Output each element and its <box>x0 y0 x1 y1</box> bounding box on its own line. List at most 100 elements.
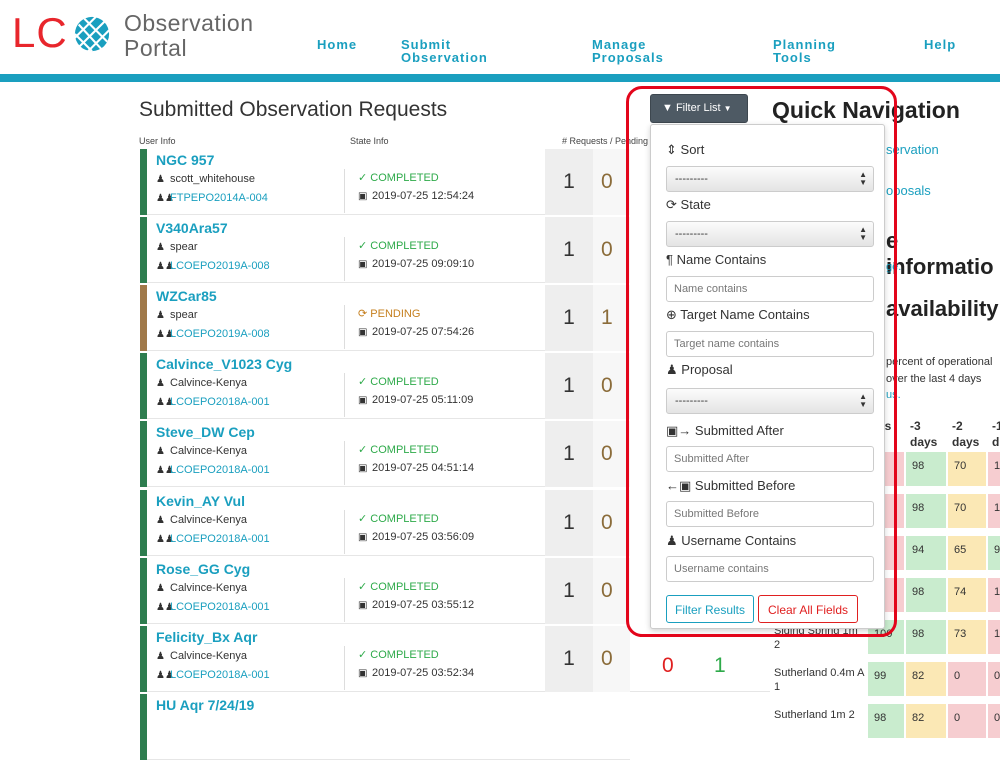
request-name-link[interactable]: WZCar85 <box>156 288 217 304</box>
nav-planning-tools[interactable]: Planning Tools <box>773 38 836 64</box>
check-icon: ✓ <box>358 376 368 388</box>
request-date: ▣ 2019-07-25 12:54:24 <box>358 190 475 202</box>
pending-count-cell: 0 <box>593 353 630 419</box>
status-color-bar <box>140 626 147 692</box>
request-count: 1 <box>563 374 575 397</box>
availability-cell: 95 <box>988 536 1000 570</box>
availability-cell: 0 <box>948 704 986 738</box>
column-header-state-info: State Info <box>350 136 389 146</box>
users-icon: ♟♟ <box>156 670 174 681</box>
availability-text-2: over the last 4 days <box>886 373 982 385</box>
telescope-label: Sutherland 1m 2 <box>774 709 855 721</box>
request-name-link[interactable]: Steve_DW Cep <box>156 424 255 440</box>
proposal-link[interactable]: ♟♟LCOEPO2018A-001 <box>156 464 270 476</box>
status-color-bar <box>140 353 147 419</box>
users-icon: ♟♟ <box>156 193 174 204</box>
request-user: ♟ Calvince-Kenya <box>156 582 248 594</box>
globe-logo-icon[interactable] <box>73 14 111 54</box>
site-header: LC Observation Portal Home Submit Observa… <box>0 0 1000 74</box>
request-count-cell: 1 <box>545 217 593 283</box>
check-icon: ✓ <box>358 649 368 661</box>
availability-cell: 10 <box>988 578 1000 612</box>
request-date: ▣ 2019-07-25 05:11:09 <box>358 394 474 406</box>
pending-count: 1 <box>601 306 613 329</box>
availability-cell: 98 <box>906 578 946 612</box>
request-row[interactable]: NGC 957 ♟ scott_whitehouse ♟♟FTPEPO2014A-00… <box>140 149 630 215</box>
request-row[interactable]: Steve_DW Cep ♟ Calvince-Kenya ♟♟LCOEPO2018A… <box>140 421 630 487</box>
availability-cell: 73 <box>948 620 986 654</box>
request-date: ▣ 2019-07-25 03:52:34 <box>358 667 475 679</box>
highlight-annotation-box <box>626 86 897 637</box>
request-name-link[interactable]: Kevin_AY Vul <box>156 493 245 509</box>
availability-cell: 82 <box>906 704 946 738</box>
proposal-link[interactable]: ♟♟LCOEPO2019A-008 <box>156 328 270 340</box>
state-badge: ✓ COMPLETED <box>358 649 439 661</box>
proposal-link[interactable]: ♟♟LCOEPO2018A-001 <box>156 601 270 613</box>
column-divider <box>344 373 345 417</box>
request-name-link[interactable]: V340Ara57 <box>156 220 228 236</box>
page-title: Submitted Observation Requests <box>139 98 448 121</box>
request-row[interactable]: V340Ara57 ♟ spear ♟♟LCOEPO2019A-008 ✓ COMPLE… <box>140 217 630 283</box>
request-count-cell: 1 <box>545 149 593 215</box>
proposal-link[interactable]: ♟♟LCOEPO2018A-001 <box>156 533 270 545</box>
proposal-link[interactable]: ♟♟LCOEPO2019A-008 <box>156 260 270 272</box>
request-row[interactable]: HU Aqr 7/24/19 <box>140 694 630 760</box>
request-date: ▣ 2019-07-25 04:51:14 <box>358 462 475 474</box>
request-row[interactable]: Kevin_AY Vul ♟ Calvince-Kenya ♟♟LCOEPO2018A… <box>140 490 630 556</box>
state-badge: ✓ COMPLETED <box>358 444 439 456</box>
request-count: 1 <box>563 579 575 602</box>
availability-col-minus1-header: -1 d <box>992 419 1000 449</box>
proposal-link[interactable]: ♟♟LCOEPO2018A-001 <box>156 396 270 408</box>
pending-count: 0 <box>601 170 613 193</box>
availability-cell: 82 <box>906 662 946 696</box>
pending-count-cell: 0 <box>593 490 630 556</box>
calendar-icon: ▣ <box>358 327 368 338</box>
status-color-bar <box>140 217 147 283</box>
column-divider <box>344 646 345 690</box>
lco-logo-text[interactable]: LC <box>12 12 68 54</box>
proposal-link[interactable]: ♟♟LCOEPO2018A-001 <box>156 669 270 681</box>
portal-title-line2: Portal <box>124 35 188 61</box>
availability-cell: 99 <box>868 662 904 696</box>
request-name-link[interactable]: NGC 957 <box>156 152 214 168</box>
status-color-bar <box>140 558 147 624</box>
request-row[interactable]: Rose_GG Cyg ♟ Calvince-Kenya ♟♟LCOEPO2018A-… <box>140 558 630 624</box>
state-badge: ⟳ PENDING <box>358 308 421 320</box>
user-icon: ♟ <box>156 174 165 185</box>
request-name-link[interactable]: Calvince_V1023 Cyg <box>156 356 292 372</box>
request-row[interactable]: WZCar85 ♟ spear ♟♟LCOEPO2019A-008 ⟳ PENDING ▣… <box>140 285 630 351</box>
request-user: ♟ Calvince-Kenya <box>156 514 248 526</box>
check-icon: ✓ <box>358 240 368 252</box>
check-icon: ✓ <box>358 172 368 184</box>
request-count: 1 <box>563 170 575 193</box>
pending-count-cell: 0 <box>593 217 630 283</box>
nav-manage-proposals[interactable]: Manage Proposals <box>592 38 664 64</box>
column-divider <box>344 305 345 349</box>
request-user: ♟ spear <box>156 241 198 253</box>
request-name-link[interactable]: Rose_GG Cyg <box>156 561 250 577</box>
nav-help[interactable]: Help <box>924 38 956 51</box>
header-divider-band <box>0 74 1000 82</box>
request-count: 1 <box>563 306 575 329</box>
availability-cell: 98 <box>906 494 946 528</box>
portal-title: Observation Portal <box>124 11 254 61</box>
request-name-link[interactable]: Felicity_Bx Aqr <box>156 629 257 645</box>
nav-submit-observation[interactable]: Submit Observation <box>401 38 488 64</box>
users-icon: ♟♟ <box>156 465 174 476</box>
request-date: ▣ 2019-07-25 09:09:10 <box>358 258 475 270</box>
column-divider <box>344 578 345 622</box>
request-row[interactable]: Calvince_V1023 Cyg ♟ Calvince-Kenya ♟♟LCOEP… <box>140 353 630 419</box>
check-icon: ✓ <box>358 581 368 593</box>
state-badge: ✓ COMPLETED <box>358 240 439 252</box>
proposal-link[interactable]: ♟♟FTPEPO2014A-004 <box>156 192 268 204</box>
column-divider <box>344 237 345 281</box>
calendar-icon: ▣ <box>358 191 368 202</box>
user-icon: ♟ <box>156 378 165 389</box>
availability-heading: availability <box>886 296 999 321</box>
request-name-link[interactable]: HU Aqr 7/24/19 <box>156 697 254 713</box>
nav-home[interactable]: Home <box>317 38 357 51</box>
availability-cell: 74 <box>948 578 986 612</box>
portal-title-line1: Observation <box>124 10 254 36</box>
calendar-icon: ▣ <box>358 395 368 406</box>
availability-cell: 10 <box>988 452 1000 486</box>
